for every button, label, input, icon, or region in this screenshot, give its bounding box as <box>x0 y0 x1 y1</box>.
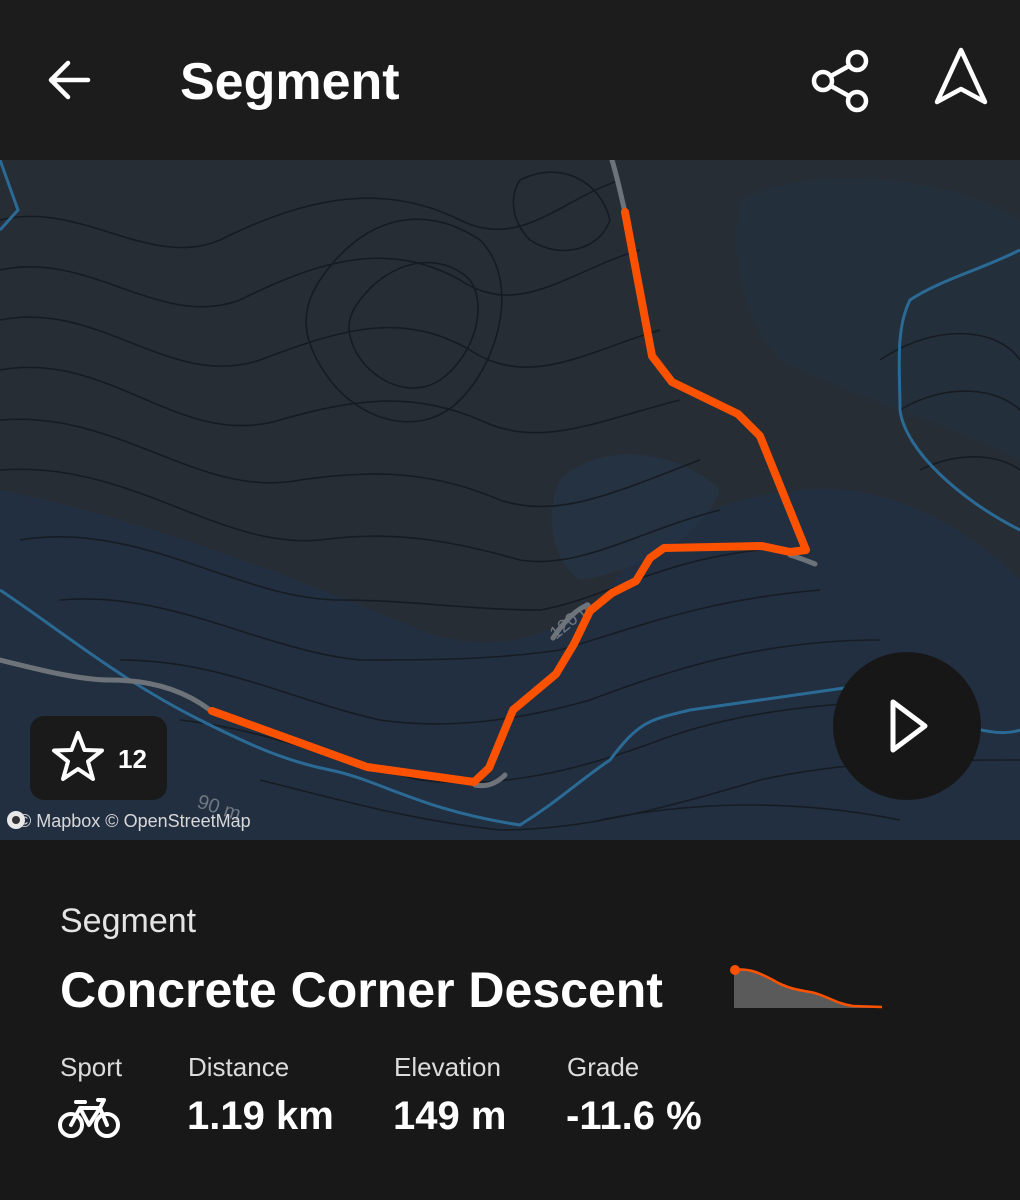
star-count: 12 <box>118 744 147 774</box>
share-icon <box>811 49 869 113</box>
distance-value: 1.19 km <box>187 1094 334 1138</box>
elevation-profile-icon <box>730 965 883 1009</box>
share-button[interactable] <box>805 45 877 117</box>
attribution-text: © Mapbox © OpenStreetMap <box>18 810 251 831</box>
grade-value: -11.6 % <box>566 1094 702 1138</box>
star-icon <box>52 731 104 781</box>
grade-label: Grade <box>567 1052 640 1082</box>
navigation-arrow-icon <box>934 47 988 105</box>
elevation-label: Elevation <box>394 1052 501 1082</box>
segment-type-label: Segment <box>60 902 197 940</box>
elevation-value: 149 m <box>393 1094 507 1138</box>
star-segment-button[interactable]: 12 <box>30 716 167 800</box>
map-attribution[interactable]: © Mapbox © OpenStreetMap <box>6 810 251 834</box>
navigate-button[interactable] <box>925 42 997 114</box>
back-button[interactable] <box>40 50 100 110</box>
play-icon <box>890 699 928 753</box>
page-title: Segment <box>180 53 400 111</box>
arrow-left-icon <box>48 60 91 100</box>
play-flyover-button[interactable] <box>833 652 981 800</box>
bicycle-icon <box>58 1098 120 1138</box>
segment-name: Concrete Corner Descent <box>60 962 663 1018</box>
segment-info-panel: Segment Concrete Corner Descent Sport Di… <box>0 840 1020 1200</box>
top-app-bar: Segment <box>0 0 1020 160</box>
distance-label: Distance <box>188 1052 290 1082</box>
mapbox-logo-icon <box>7 811 25 829</box>
sport-label: Sport <box>60 1052 123 1082</box>
